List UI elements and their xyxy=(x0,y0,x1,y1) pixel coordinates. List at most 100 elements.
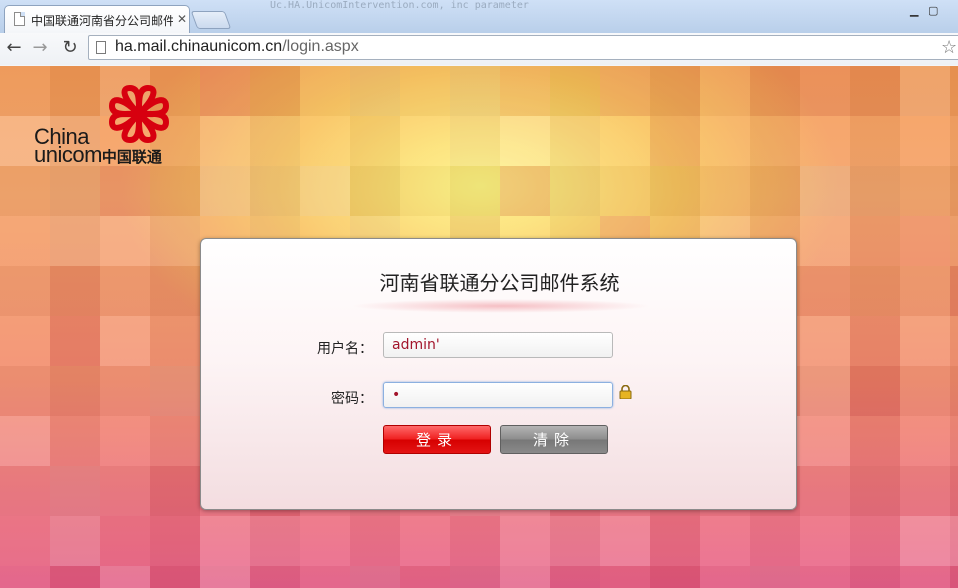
background-tile xyxy=(50,216,100,266)
background-tile xyxy=(550,166,600,216)
login-panel: 河南省联通分公司邮件系统 用户名： admin' 密码： • 登录 清除 xyxy=(200,238,797,510)
background-tile xyxy=(200,166,250,216)
address-bar[interactable]: ha.mail.chinaunicom.cn/login.aspx ☆ xyxy=(88,35,958,60)
background-text: Uc.HA.UnicomIntervention.com, inc parame… xyxy=(270,0,529,11)
back-arrow-icon[interactable]: ← xyxy=(2,36,26,60)
maximize-icon[interactable]: ▢ xyxy=(928,4,938,17)
url-domain: ha.mail.chinaunicom.cn xyxy=(115,38,283,55)
background-tile xyxy=(800,366,850,416)
background-tile xyxy=(950,266,958,316)
background-tile xyxy=(900,66,950,116)
background-tile xyxy=(500,166,550,216)
background-tile xyxy=(850,416,900,466)
url-path: /login.aspx xyxy=(282,38,359,55)
background-tile xyxy=(450,116,500,166)
active-tab[interactable]: 中国联通河南省分公司邮件 ✕ xyxy=(4,5,190,33)
background-tile xyxy=(100,516,150,566)
background-tile xyxy=(800,416,850,466)
background-tile xyxy=(850,216,900,266)
background-tile xyxy=(850,366,900,416)
background-tile xyxy=(650,566,700,588)
background-tile xyxy=(50,466,100,516)
background-tile xyxy=(50,266,100,316)
new-tab-button[interactable] xyxy=(190,11,232,29)
background-tile xyxy=(250,516,300,566)
background-tile xyxy=(800,266,850,316)
background-tile xyxy=(0,416,50,466)
background-tile xyxy=(150,366,200,416)
tab-title: 中国联通河南省分公司邮件 xyxy=(31,14,173,28)
background-tile xyxy=(350,566,400,588)
background-tile xyxy=(200,116,250,166)
background-tile xyxy=(100,316,150,366)
background-tile xyxy=(200,66,250,116)
background-tile xyxy=(150,466,200,516)
background-tile xyxy=(600,516,650,566)
background-tile xyxy=(500,66,550,116)
background-tile xyxy=(600,66,650,116)
tab-bar: Uc.HA.UnicomIntervention.com, inc parame… xyxy=(0,0,958,33)
password-input[interactable]: • xyxy=(383,382,613,408)
background-tile xyxy=(850,66,900,116)
background-tile xyxy=(450,66,500,116)
background-tile xyxy=(450,566,500,588)
login-page: China unicom中国联通 河南省联通分公司邮件系统 用户名： admin… xyxy=(0,66,958,588)
logo-wordmark: China unicom中国联通 xyxy=(34,126,162,167)
background-tile xyxy=(50,566,100,588)
background-tile xyxy=(850,166,900,216)
login-button[interactable]: 登录 xyxy=(383,425,491,454)
background-tile xyxy=(800,316,850,366)
background-tile xyxy=(350,66,400,116)
background-tile xyxy=(650,66,700,116)
username-input[interactable]: admin' xyxy=(383,332,613,358)
background-tile xyxy=(850,316,900,366)
lock-icon xyxy=(619,385,632,399)
background-tile xyxy=(950,516,958,566)
star-icon[interactable]: ☆ xyxy=(941,37,957,58)
background-tile xyxy=(750,66,800,116)
password-label: 密码： xyxy=(331,391,373,407)
reload-icon[interactable]: ↻ xyxy=(58,36,82,60)
window-controls: ▁ ▢ xyxy=(902,0,958,18)
background-tile xyxy=(900,216,950,266)
background-tile xyxy=(250,66,300,116)
forward-arrow-icon[interactable]: → xyxy=(28,36,52,60)
background-tile xyxy=(150,566,200,588)
background-tile xyxy=(500,566,550,588)
background-tile xyxy=(550,116,600,166)
background-tile xyxy=(200,566,250,588)
background-tile xyxy=(950,566,958,588)
background-tile xyxy=(500,116,550,166)
background-tile xyxy=(100,566,150,588)
china-unicom-logo: China unicom中国联通 xyxy=(32,84,182,174)
logo-chinese: 中国联通 xyxy=(101,149,162,166)
background-tile xyxy=(900,516,950,566)
minimize-icon[interactable]: ▁ xyxy=(910,4,918,17)
background-tile xyxy=(300,166,350,216)
close-tab-icon[interactable]: ✕ xyxy=(177,12,187,26)
browser-toolbar: ← → ↻ ha.mail.chinaunicom.cn/login.aspx … xyxy=(0,33,958,65)
background-tile xyxy=(50,516,100,566)
background-tile xyxy=(650,516,700,566)
background-tile xyxy=(50,316,100,366)
username-label: 用户名： xyxy=(317,341,373,357)
logo-line2: unicom xyxy=(34,142,102,167)
page-favicon-icon xyxy=(14,12,25,26)
background-tile xyxy=(800,166,850,216)
url-text[interactable]: ha.mail.chinaunicom.cn/login.aspx xyxy=(115,38,359,56)
background-tile xyxy=(150,516,200,566)
background-tile xyxy=(100,216,150,266)
background-tile xyxy=(400,566,450,588)
browser-chrome: Uc.HA.UnicomIntervention.com, inc parame… xyxy=(0,0,958,67)
background-tile xyxy=(800,216,850,266)
title-divider xyxy=(351,299,651,313)
background-tile xyxy=(200,516,250,566)
background-tile xyxy=(150,216,200,266)
clear-button[interactable]: 清除 xyxy=(500,425,608,454)
background-tile xyxy=(550,516,600,566)
background-tile xyxy=(600,566,650,588)
background-tile xyxy=(900,316,950,366)
background-tile xyxy=(750,566,800,588)
background-tile xyxy=(250,166,300,216)
background-tile xyxy=(0,516,50,566)
